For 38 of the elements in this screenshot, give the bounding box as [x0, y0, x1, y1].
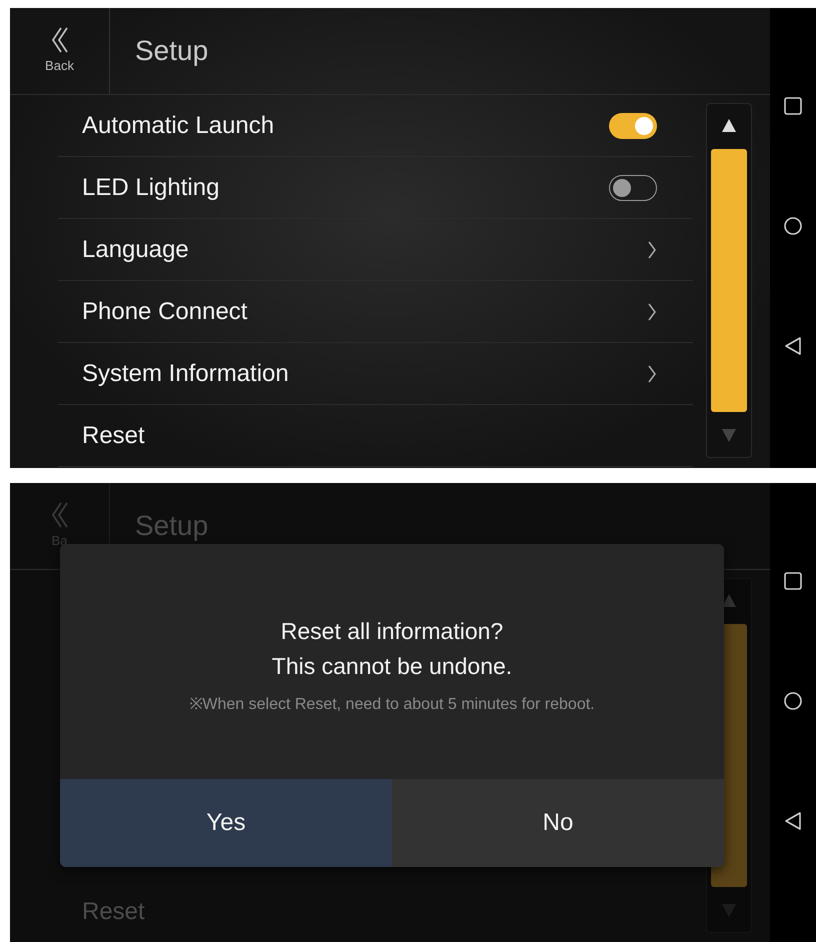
setting-row[interactable]: Reset: [58, 405, 693, 467]
screen-title: Setup: [134, 509, 208, 543]
screen-title: Setup: [134, 34, 208, 68]
back-triangle-icon[interactable]: [783, 811, 803, 831]
chevron-right-icon: [647, 302, 657, 322]
down-triangle-icon: [722, 429, 736, 442]
setting-label: Phone Connect: [82, 296, 248, 326]
setting-row[interactable]: System Information: [58, 343, 693, 405]
home-icon[interactable]: [783, 216, 803, 236]
home-icon[interactable]: [783, 691, 803, 711]
setting-row[interactable]: LED Lighting: [58, 157, 693, 219]
up-triangle-icon: [722, 594, 736, 607]
setting-label: System Information: [82, 358, 289, 388]
up-triangle-icon: [722, 119, 736, 132]
dialog-button[interactable]: Yes: [60, 779, 392, 867]
back-button[interactable]: Back: [10, 8, 110, 94]
setting-row[interactable]: Automatic Launch: [58, 95, 693, 157]
dialog-message: This cannot be undone.: [272, 652, 512, 680]
chevron-right-icon: [647, 240, 657, 260]
toggle-switch[interactable]: [609, 112, 657, 138]
double-chevron-icon: [50, 26, 70, 54]
dialog-note: ※When select Reset, need to about 5 minutes for reboot.: [189, 695, 595, 715]
setting-label: Automatic Launch: [82, 110, 274, 140]
square-icon[interactable]: [783, 571, 803, 591]
setting-label: Reset: [82, 896, 145, 926]
setting-row[interactable]: Language: [58, 219, 693, 281]
toggle-switch[interactable]: [609, 174, 657, 200]
setting-label: Reset: [82, 420, 145, 450]
back-triangle-icon[interactable]: [783, 336, 803, 356]
setting-label: LED Lighting: [82, 172, 220, 202]
chevron-right-icon: [647, 364, 657, 384]
scroll-thumb[interactable]: [711, 149, 747, 412]
double-chevron-icon: [50, 501, 70, 530]
setting-label: Language: [82, 234, 189, 264]
dialog-button[interactable]: No: [392, 779, 724, 867]
setting-row[interactable]: Phone Connect: [58, 281, 693, 343]
square-icon[interactable]: [783, 96, 803, 116]
dialog-message: Reset all information?: [280, 617, 504, 646]
